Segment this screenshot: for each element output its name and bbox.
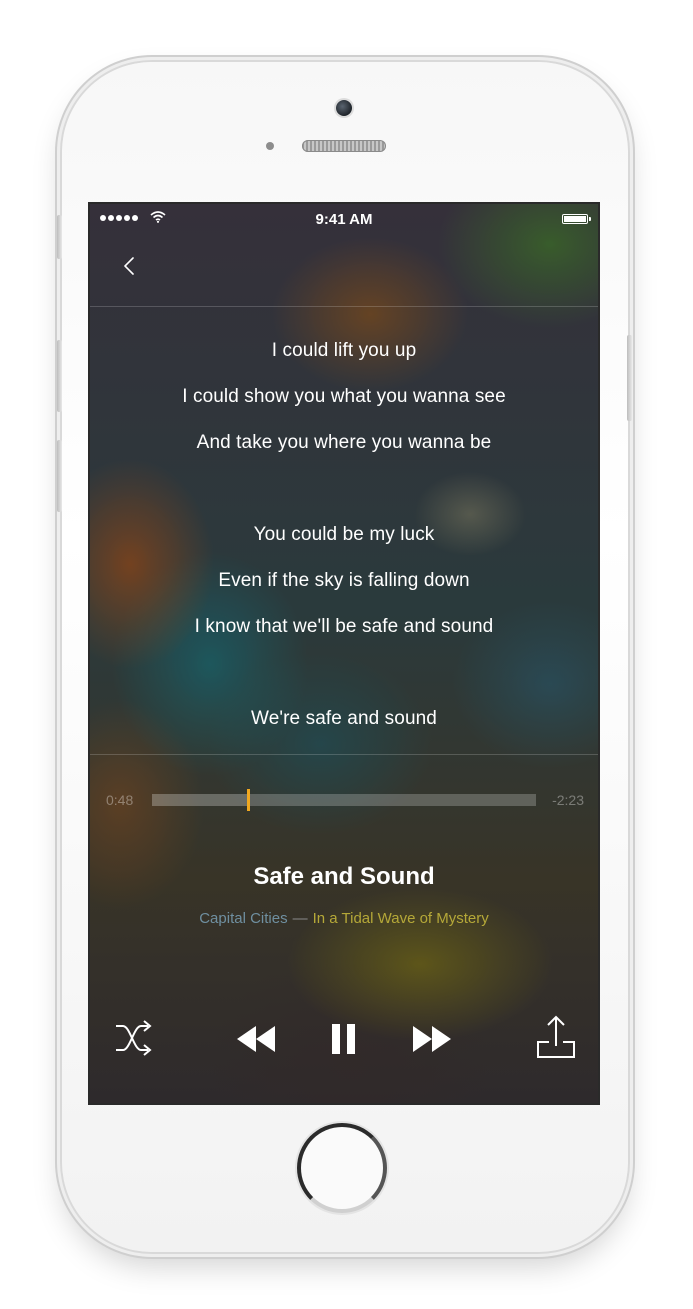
pause-icon[interactable]	[330, 1023, 358, 1055]
subtitle-separator: —	[292, 910, 308, 927]
lyric-line: I know that we'll be safe and sound	[194, 616, 494, 637]
volume-up-button	[57, 340, 62, 412]
lyric-line: Even if the sky is falling down	[218, 570, 470, 591]
song-title: Safe and Sound	[253, 863, 435, 890]
elapsed-time: 0:48	[106, 792, 134, 808]
screen: 9:41 AM I could lift you up I could show…	[90, 204, 598, 1103]
lyric-line: You could be my luck	[253, 524, 435, 545]
remaining-time: -2:23	[552, 792, 584, 808]
song-subtitle: Capital Cities — In a Tidal Wave of Myster…	[90, 910, 598, 927]
album-link[interactable]: In a Tidal Wave of Mystery	[313, 910, 489, 927]
lyric-line: I could show you what you wanna see	[182, 386, 506, 407]
silent-switch	[57, 215, 62, 259]
top-divider	[90, 306, 598, 307]
chevron-left-icon[interactable]	[118, 252, 140, 282]
home-button[interactable]	[297, 1123, 387, 1213]
artist-link[interactable]: Capital Cities	[199, 910, 287, 927]
status-time: 9:41 AM	[315, 211, 373, 228]
lyric-line: We're safe and sound	[251, 708, 437, 729]
lyrics-panel: I could lift you up I could show you wha…	[90, 328, 598, 742]
status-bar: 9:41 AM	[90, 204, 598, 236]
earpiece-speaker	[302, 140, 386, 152]
share-icon[interactable]	[534, 1014, 578, 1060]
shuffle-icon[interactable]	[114, 1018, 154, 1058]
battery-icon	[562, 214, 591, 224]
progress-fill	[152, 794, 248, 806]
playhead[interactable]	[246, 789, 250, 811]
lyric-line: And take you where you wanna be	[196, 432, 492, 453]
fast-forward-icon[interactable]	[411, 1024, 453, 1054]
lyric-line: I could lift you up	[271, 340, 417, 361]
volume-down-button	[57, 440, 62, 512]
bottom-divider	[90, 754, 598, 755]
proximity-sensor	[266, 142, 274, 150]
rewind-icon[interactable]	[235, 1024, 277, 1054]
progress-scrubber[interactable]	[152, 789, 536, 811]
front-camera	[336, 100, 352, 116]
power-button	[627, 335, 632, 421]
